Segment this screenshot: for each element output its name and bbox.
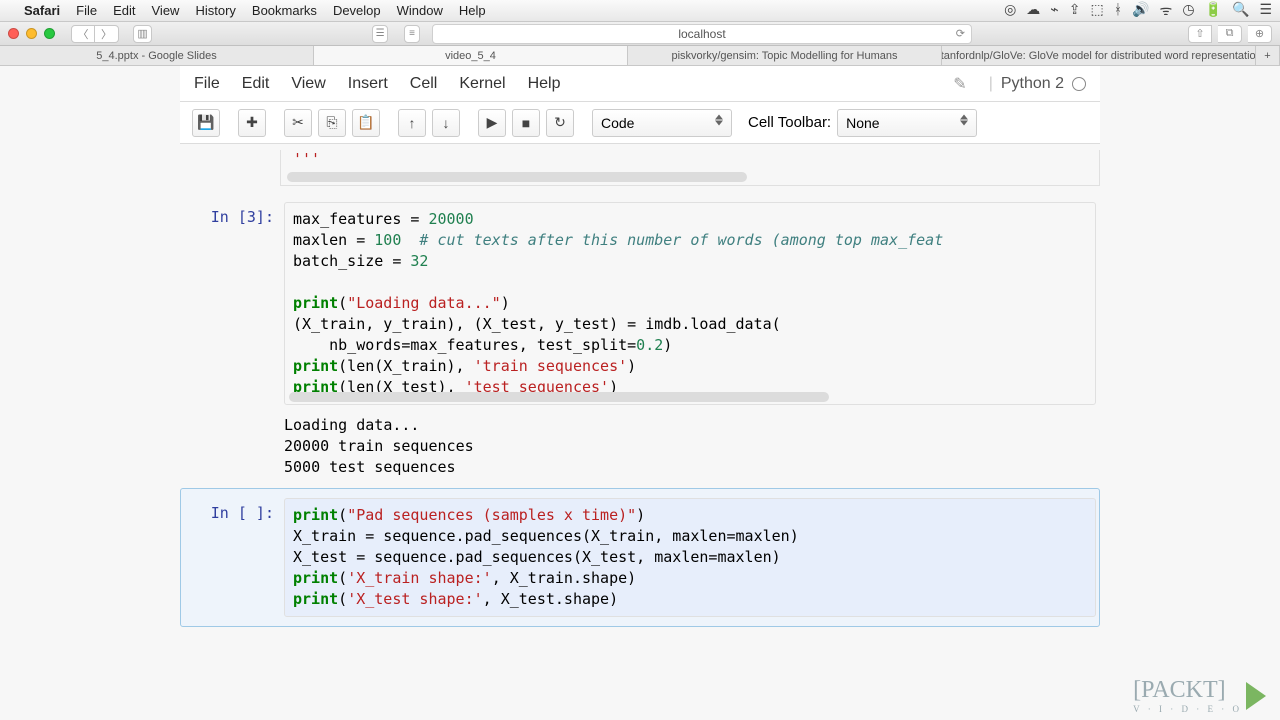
- reload-icon[interactable]: ⟳: [956, 27, 965, 40]
- code-remnant[interactable]: ''': [280, 150, 1100, 186]
- save-button[interactable]: 💾: [192, 109, 220, 137]
- dropbox-icon[interactable]: ⬚: [1090, 1, 1103, 20]
- wifi-icon[interactable]: ᯤ: [1160, 1, 1173, 20]
- edit-icon[interactable]: ✎: [953, 74, 966, 94]
- cut-button[interactable]: ✂: [284, 109, 312, 137]
- add-cell-button[interactable]: ✚: [238, 109, 266, 137]
- zoom-window-button[interactable]: [44, 28, 55, 39]
- paste-button[interactable]: 📋: [352, 109, 380, 137]
- url-text: localhost: [678, 27, 725, 41]
- clock-icon[interactable]: ◷: [1182, 1, 1194, 20]
- cell-toolbar-select[interactable]: None: [837, 109, 977, 137]
- site-settings-button[interactable]: ≡: [404, 25, 420, 43]
- status-icon[interactable]: ◎: [1004, 1, 1016, 20]
- traffic-lights: [8, 28, 55, 39]
- forward-button[interactable]: 〉: [95, 25, 119, 43]
- horizontal-scrollbar[interactable]: [289, 392, 829, 402]
- back-button[interactable]: 〈: [71, 25, 95, 43]
- stop-button[interactable]: ■: [512, 109, 540, 137]
- output-prompt: [184, 411, 284, 478]
- code-cell-selected[interactable]: In [ ]: print("Pad sequences (samples x …: [180, 488, 1100, 627]
- spotlight-icon[interactable]: 🔍: [1232, 1, 1249, 20]
- cell-prompt: [180, 150, 280, 186]
- run-button[interactable]: ▶: [478, 109, 506, 137]
- notebook-cells: ''' In [3]: max_features = 20000 maxlen …: [180, 150, 1100, 647]
- nb-menu-help[interactable]: Help: [528, 75, 561, 93]
- browser-toolbar: 〈 〉 ▥ ☰ ≡ localhost ⟳ ⇧ ⧉ ⊕: [0, 22, 1280, 46]
- nb-menu-edit[interactable]: Edit: [242, 75, 270, 93]
- browser-tab[interactable]: piskvorky/gensim: Topic Modelling for Hu…: [628, 46, 942, 65]
- cell-prompt: In [ ]:: [184, 498, 284, 617]
- app-name[interactable]: Safari: [24, 3, 60, 18]
- menu-help[interactable]: Help: [459, 3, 486, 18]
- code-editor[interactable]: max_features = 20000 maxlen = 100 # cut …: [284, 202, 1096, 405]
- status-icon[interactable]: ☁: [1026, 1, 1040, 20]
- nb-menu-kernel[interactable]: Kernel: [459, 75, 505, 93]
- move-up-button[interactable]: ↑: [398, 109, 426, 137]
- browser-tab[interactable]: video_5_4: [314, 46, 628, 65]
- cell-toolbar-label: Cell Toolbar:: [748, 114, 831, 131]
- address-bar[interactable]: localhost ⟳: [432, 24, 972, 44]
- volume-icon[interactable]: 🔊: [1132, 1, 1149, 20]
- browser-tabs: 5_4.pptx - Google Slides video_5_4 piskv…: [0, 46, 1280, 66]
- copy-button[interactable]: ⎘: [318, 109, 346, 137]
- nb-menu-file[interactable]: File: [194, 75, 220, 93]
- menu-icon[interactable]: ☰: [1259, 1, 1272, 20]
- tabs-button[interactable]: ⧉: [1218, 25, 1242, 43]
- sidebar-button[interactable]: ▥: [133, 25, 152, 43]
- browser-tab[interactable]: 5_4.pptx - Google Slides: [0, 46, 314, 65]
- cell-output: Loading data... 20000 train sequences 50…: [284, 411, 1096, 478]
- reader-button[interactable]: ☰: [372, 25, 388, 43]
- notebook-menubar: File Edit View Insert Cell Kernel Help ✎…: [180, 66, 1100, 102]
- code-editor[interactable]: print("Pad sequences (samples x time)") …: [284, 498, 1096, 617]
- menu-view[interactable]: View: [152, 3, 180, 18]
- play-icon: [1246, 682, 1266, 710]
- menu-history[interactable]: History: [195, 3, 235, 18]
- new-tab-button[interactable]: +: [1256, 46, 1280, 65]
- macos-menubar: Safari File Edit View History Bookmarks …: [0, 0, 1280, 22]
- packt-watermark: [PACKT] V · I · D · E · O: [1133, 677, 1266, 714]
- nb-menu-view[interactable]: View: [291, 75, 325, 93]
- share-button[interactable]: ⇧: [1188, 25, 1212, 43]
- menu-bookmarks[interactable]: Bookmarks: [252, 3, 317, 18]
- battery-icon[interactable]: 🔋: [1205, 1, 1222, 20]
- menu-develop[interactable]: Develop: [333, 3, 381, 18]
- notebook-toolbar: 💾 ✚ ✂ ⎘ 📋 ↑ ↓ ▶ ■ ↻ Code Cell Toolbar: N…: [180, 102, 1100, 144]
- move-down-button[interactable]: ↓: [432, 109, 460, 137]
- status-icon[interactable]: ⇪: [1069, 1, 1081, 20]
- browser-tab[interactable]: stanfordnlp/GloVe: GloVe model for distr…: [942, 46, 1256, 65]
- kernel-status-icon[interactable]: [1072, 77, 1086, 91]
- cell-prompt: In [3]:: [184, 202, 284, 405]
- horizontal-scrollbar[interactable]: [287, 172, 747, 182]
- code-cell-partial: ''': [180, 150, 1100, 186]
- minimize-window-button[interactable]: [26, 28, 37, 39]
- menubar-status-icons: ◎ ☁ ⌁ ⇪ ⬚ ᚼ 🔊 ᯤ ◷ 🔋 🔍 ☰: [1004, 1, 1272, 20]
- menu-file[interactable]: File: [76, 3, 97, 18]
- cell-type-select[interactable]: Code: [592, 109, 732, 137]
- menu-edit[interactable]: Edit: [113, 3, 135, 18]
- restart-button[interactable]: ↻: [546, 109, 574, 137]
- nb-menu-cell[interactable]: Cell: [410, 75, 438, 93]
- kernel-name: Python 2: [1001, 75, 1064, 93]
- nb-menu-insert[interactable]: Insert: [348, 75, 388, 93]
- downloads-button[interactable]: ⊕: [1248, 25, 1272, 43]
- bluetooth-icon[interactable]: ᚼ: [1114, 1, 1122, 20]
- close-window-button[interactable]: [8, 28, 19, 39]
- code-cell[interactable]: In [3]: max_features = 20000 maxlen = 10…: [180, 192, 1100, 488]
- menu-window[interactable]: Window: [397, 3, 443, 18]
- status-icon[interactable]: ⌁: [1050, 1, 1058, 20]
